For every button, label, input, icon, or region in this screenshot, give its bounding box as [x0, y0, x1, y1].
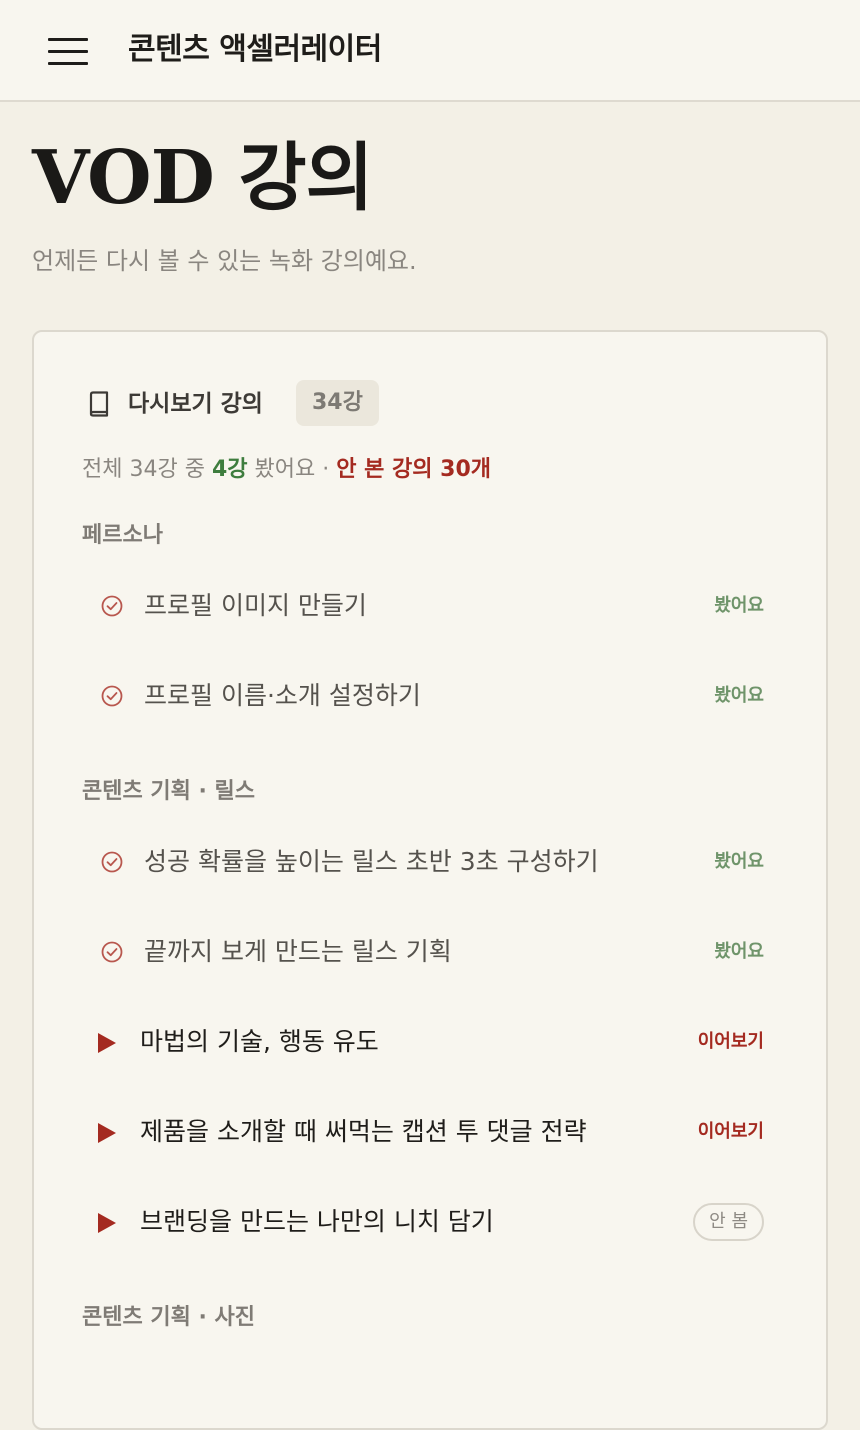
lesson-row[interactable]: 제품을 소개할 때 써먹는 캡션 투 댓글 전략 이어보기: [74, 1092, 790, 1172]
hamburger-line: [48, 38, 88, 41]
lesson-title: 프로필 이름·소개 설정하기: [144, 681, 421, 710]
lesson-row[interactable]: 프로필 이미지 만들기 봤어요: [74, 566, 790, 646]
lesson-title: 성공 확률을 높이는 릴스 초반 3초 구성하기: [144, 847, 599, 876]
unwatched-count: 안 본 강의 30개: [336, 457, 491, 482]
section-heading-photo: 콘텐츠 기획 · 사진: [82, 1305, 256, 1330]
play-icon: [98, 1213, 116, 1233]
summary-middle: 봤어요 ·: [247, 457, 337, 482]
check-circle-icon: [101, 685, 123, 707]
watched-count: 4강: [211, 457, 248, 482]
watched-status: 봤어요: [714, 941, 764, 962]
section-heading-persona: 페르소나: [82, 523, 163, 548]
not-watched-badge: 안 봄: [693, 1203, 764, 1241]
hamburger-line: [48, 62, 88, 65]
library-title: 다시보기 강의: [128, 391, 263, 417]
lesson-count-badge: 34강: [296, 380, 379, 426]
progress-summary: 전체 34강 중 4강 봤어요 · 안 본 강의 30개: [82, 450, 491, 490]
check-circle-icon: [101, 595, 123, 617]
lesson-title: 마법의 기술, 행동 유도: [140, 1027, 379, 1056]
play-icon: [98, 1123, 116, 1143]
play-icon: [98, 1033, 116, 1053]
lesson-title: 제품을 소개할 때 써먹는 캡션 투 댓글 전략: [140, 1117, 587, 1146]
app-title: 콘텐츠 액셀러레이터: [128, 32, 382, 67]
lesson-title: 브랜딩을 만드는 나만의 니치 담기: [140, 1207, 494, 1236]
lesson-row[interactable]: 브랜딩을 만드는 나만의 니치 담기 안 봄: [74, 1182, 790, 1262]
book-icon: [89, 391, 109, 417]
watched-status: 봤어요: [714, 685, 764, 706]
check-circle-icon: [101, 851, 123, 873]
lesson-row[interactable]: 끝까지 보게 만드는 릴스 기획 봤어요: [74, 912, 790, 992]
lesson-title: 프로필 이미지 만들기: [144, 591, 367, 620]
resume-button[interactable]: 이어보기: [698, 1112, 764, 1152]
hamburger-line: [48, 50, 88, 53]
page-subtitle: 언제든 다시 볼 수 있는 녹화 강의예요.: [32, 247, 417, 275]
hamburger-menu-icon[interactable]: [48, 36, 88, 66]
summary-prefix: 전체 34강 중: [82, 457, 212, 482]
section-heading-reels: 콘텐츠 기획 · 릴스: [82, 779, 256, 804]
lesson-row[interactable]: 프로필 이름·소개 설정하기 봤어요: [74, 656, 790, 736]
top-bar: 콘텐츠 액셀러레이터: [0, 0, 860, 102]
lesson-row[interactable]: 마법의 기술, 행동 유도 이어보기: [74, 1002, 790, 1082]
lesson-title: 끝까지 보게 만드는 릴스 기획: [144, 937, 452, 966]
vod-library-card: 다시보기 강의 34강 전체 34강 중 4강 봤어요 · 안 본 강의 30개…: [32, 330, 828, 1430]
watched-status: 봤어요: [714, 851, 764, 872]
resume-button[interactable]: 이어보기: [698, 1022, 764, 1062]
check-circle-icon: [101, 941, 123, 963]
page-title: VOD 강의: [32, 135, 374, 221]
watched-status: 봤어요: [714, 595, 764, 616]
lesson-row[interactable]: 성공 확률을 높이는 릴스 초반 3초 구성하기 봤어요: [74, 822, 790, 902]
